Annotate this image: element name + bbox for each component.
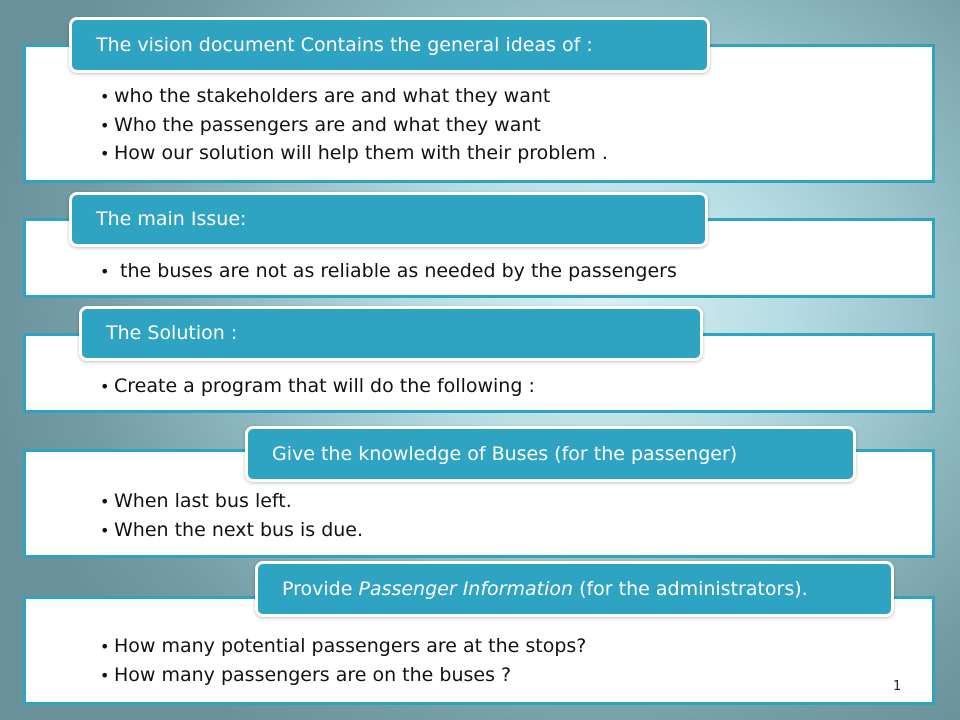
passenger-info-header-prefix: Provide	[282, 577, 359, 600]
solution-bullets: Create a program that will do the follow…	[100, 372, 535, 401]
main-issue-bullets: the buses are not as reliable as needed …	[100, 257, 677, 286]
list-item: When last bus left.	[100, 487, 363, 516]
passenger-info-bullets: How many potential passengers are at the…	[100, 632, 586, 689]
bus-knowledge-header: Give the knowledge of Buses (for the pas…	[245, 426, 856, 482]
main-issue-header: The main Issue:	[69, 192, 708, 247]
slide: The vision document Contains the general…	[0, 0, 960, 720]
list-item: Who the passengers are and what they wan…	[100, 111, 608, 140]
list-item: Create a program that will do the follow…	[100, 372, 535, 401]
passenger-info-header: Provide Passenger Information (for the a…	[255, 561, 894, 617]
vision-bullets: who the stakeholders are and what they w…	[100, 82, 608, 168]
list-item: How many potential passengers are at the…	[100, 632, 586, 661]
vision-header: The vision document Contains the general…	[69, 17, 710, 73]
list-item: How many passengers are on the buses ?	[100, 661, 586, 690]
solution-header: The Solution :	[79, 306, 703, 361]
passenger-info-header-emphasis: Passenger Information	[358, 577, 574, 600]
list-item: who the stakeholders are and what they w…	[100, 82, 608, 111]
list-item: When the next bus is due.	[100, 516, 363, 545]
page-number: 1	[893, 679, 902, 694]
passenger-info-header-suffix: (for the administrators).	[573, 577, 808, 600]
list-item: How our solution will help them with the…	[100, 139, 608, 168]
list-item: the buses are not as reliable as needed …	[100, 257, 677, 286]
bus-knowledge-bullets: When last bus left. When the next bus is…	[100, 487, 363, 544]
